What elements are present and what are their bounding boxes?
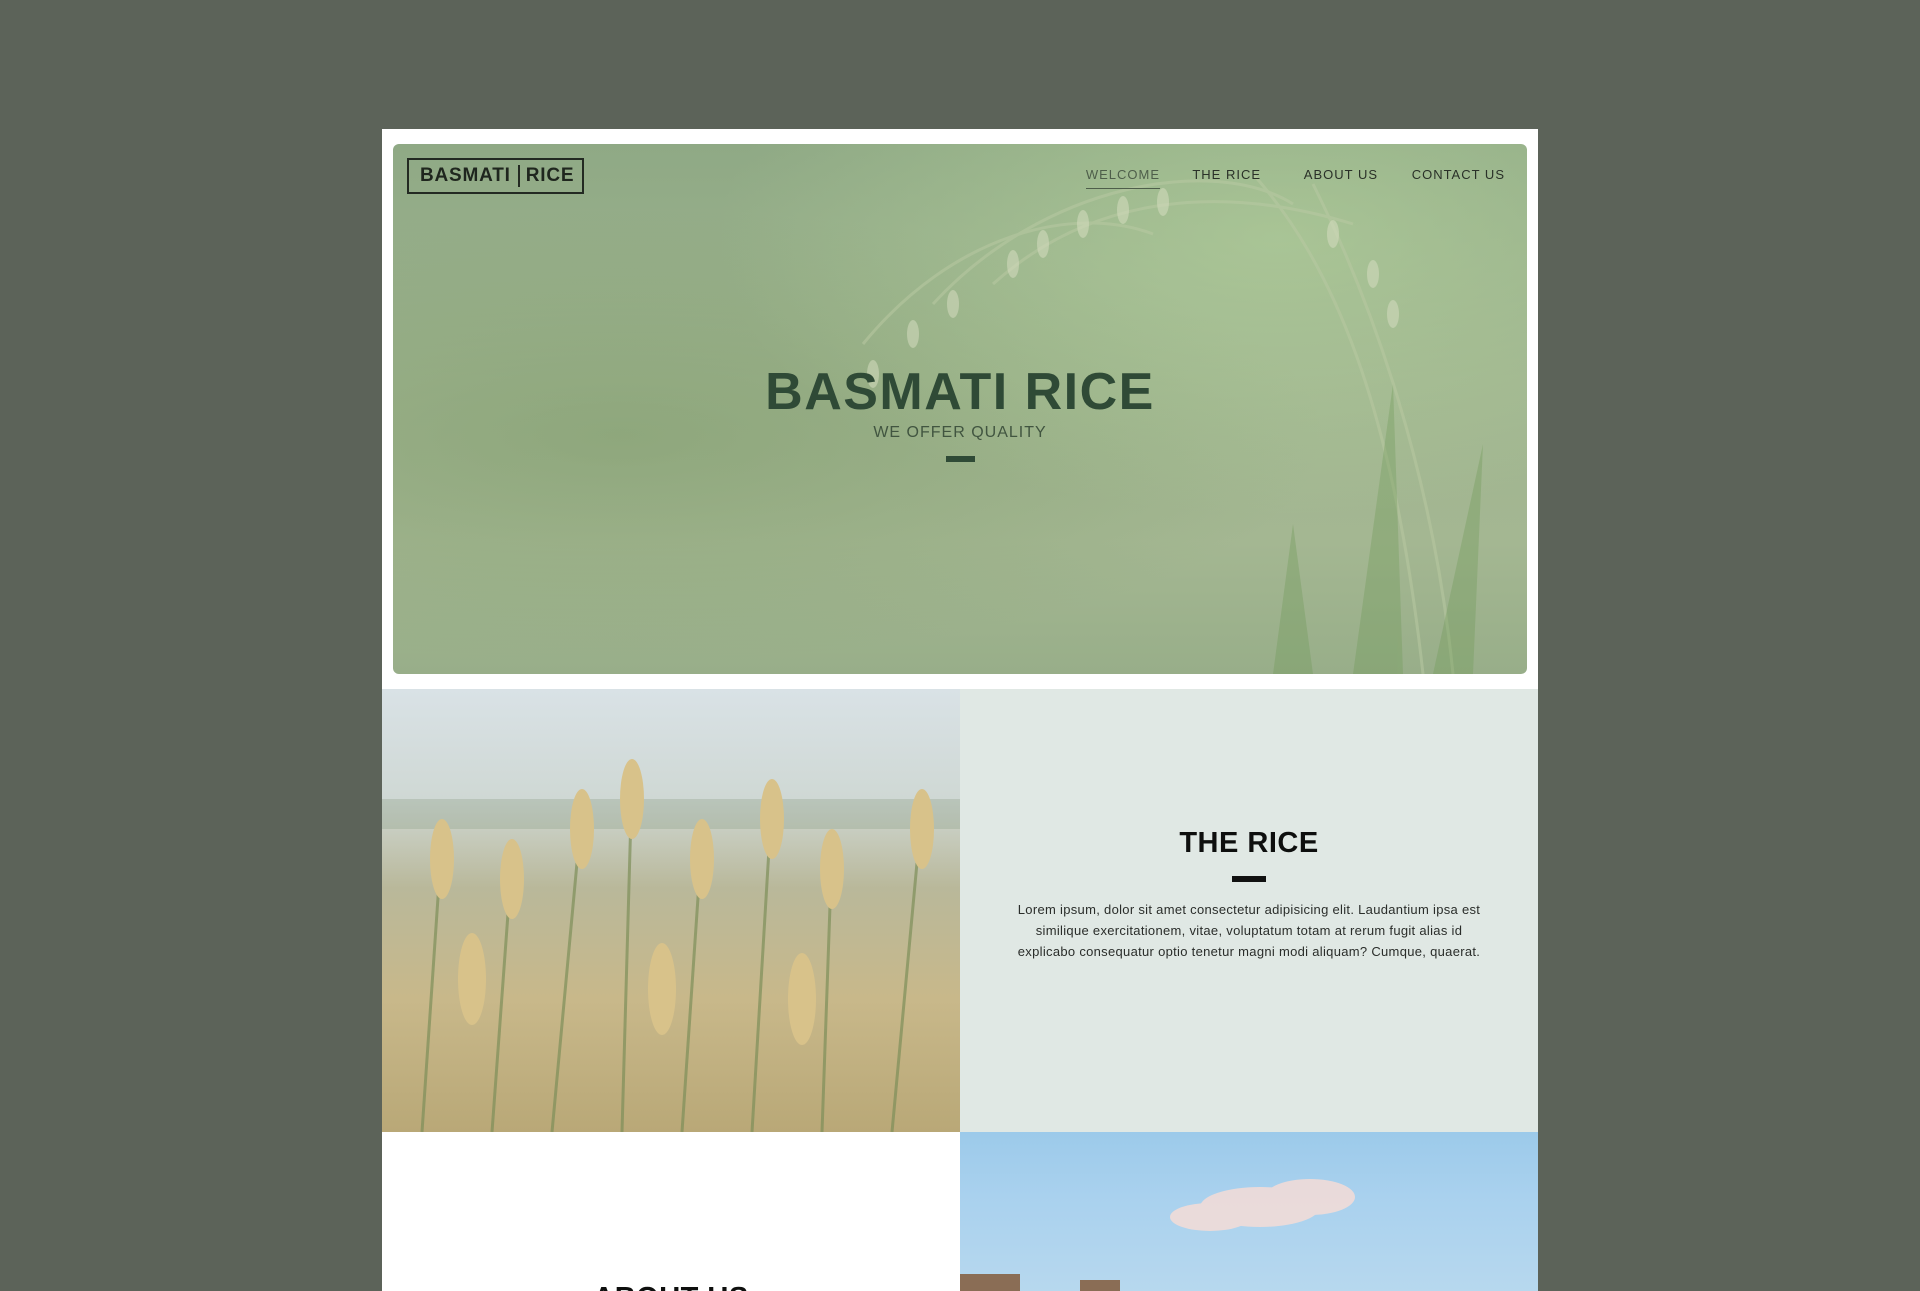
the-rice-divider [1232, 876, 1266, 882]
brand-logo[interactable]: BASMATI RICE [407, 158, 585, 194]
wheat-field-illustration [382, 759, 960, 1132]
hero-title: BASMATI RICE [765, 363, 1155, 421]
sky-landscape-image [960, 1132, 1538, 1291]
brand-logo-divider [517, 165, 520, 187]
about-us-title: ABOUT US [382, 1282, 960, 1291]
nav-item-welcome[interactable]: WELCOME [1085, 167, 1160, 189]
sky-landscape-illustration [960, 1179, 1355, 1291]
about-us-section: ABOUT US [382, 1132, 960, 1291]
the-rice-text: Lorem ipsum, dolor sit amet consectetur … [1017, 902, 1481, 959]
brand-logo-right: RICE [525, 165, 575, 186]
nav-item-contact-us[interactable]: CONTACT US [1412, 167, 1505, 182]
hero-banner: BASMATI RICE WELCOME THE RICE ABOUT US C… [393, 144, 1527, 674]
nav-item-about-us[interactable]: ABOUT US [1304, 167, 1378, 182]
brand-logo-left: BASMATI [420, 165, 511, 186]
wheat-field-image [382, 689, 960, 1132]
hero-divider [946, 456, 975, 462]
nav-item-the-rice[interactable]: THE RICE [1192, 167, 1261, 182]
the-rice-title: THE RICE [1179, 827, 1319, 859]
hero-subtitle: WE OFFER QUALITY [873, 424, 1047, 441]
the-rice-section: THE RICE Lorem ipsum, dolor sit amet con… [960, 689, 1538, 1132]
page-container: BASMATI RICE WELCOME THE RICE ABOUT US C… [382, 129, 1538, 1291]
